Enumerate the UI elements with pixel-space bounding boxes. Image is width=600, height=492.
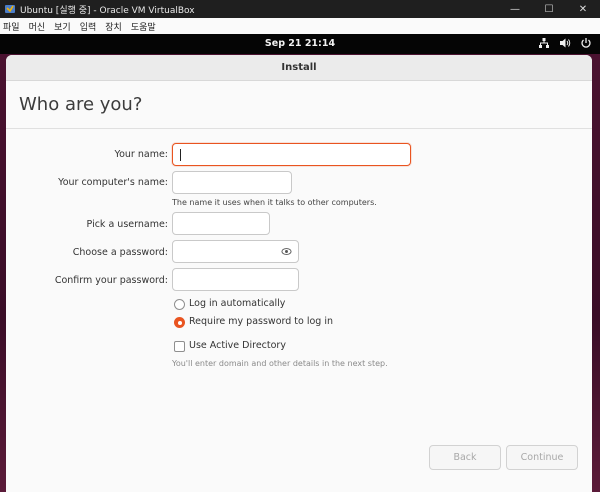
network-icon[interactable] (538, 37, 550, 49)
menu-machine[interactable]: 머신 (29, 20, 46, 33)
password-label: Choose a password: (72, 247, 168, 258)
page-title: Who are you? (19, 94, 143, 115)
host-title-bar: Ubuntu [실행 중] - Oracle VM VirtualBox — ☐… (0, 0, 600, 18)
require-password-label[interactable]: Require my password to log in (189, 316, 333, 327)
virtualbox-icon (5, 5, 15, 13)
username-label: Pick a username: (86, 219, 168, 230)
installer-window: Install Who are you? Your name: Your com… (6, 55, 592, 492)
show-password-icon[interactable] (281, 246, 292, 257)
computer-name-input[interactable] (172, 171, 292, 194)
computer-name-label: Your computer's name: (58, 177, 168, 188)
active-directory-label[interactable]: Use Active Directory (189, 340, 286, 351)
menu-file[interactable]: 파일 (3, 20, 20, 33)
maximize-button[interactable]: ☐ (532, 0, 566, 18)
confirm-password-label: Confirm your password: (54, 275, 168, 286)
installer-header: Install (6, 55, 592, 81)
close-button[interactable]: ✕ (566, 0, 600, 18)
your-name-label: Your name: (114, 149, 168, 160)
menu-view[interactable]: 보기 (54, 20, 71, 33)
login-auto-label[interactable]: Log in automatically (189, 298, 285, 309)
back-button[interactable]: Back (429, 445, 501, 470)
password-input[interactable] (172, 240, 299, 263)
active-directory-hint: You'll enter domain and other details in… (172, 359, 388, 368)
continue-button[interactable]: Continue (506, 445, 578, 470)
minimize-button[interactable]: — (498, 0, 532, 18)
system-tray[interactable] (538, 37, 592, 49)
text-cursor (180, 149, 181, 161)
username-input[interactable] (172, 212, 270, 235)
volume-icon[interactable] (559, 37, 571, 49)
menu-help[interactable]: 도움말 (131, 20, 156, 33)
login-auto-radio[interactable] (174, 299, 185, 310)
computer-name-hint: The name it uses when it talks to other … (172, 198, 377, 207)
title-divider (6, 128, 592, 129)
host-menu-bar: 파일 머신 보기 입력 장치 도움말 (0, 18, 600, 34)
ubuntu-top-panel: Sep 21 21:14 (0, 34, 600, 54)
your-name-input[interactable] (172, 143, 411, 166)
require-password-radio[interactable] (174, 317, 185, 328)
active-directory-checkbox[interactable] (174, 341, 185, 352)
menu-input[interactable]: 입력 (80, 20, 97, 33)
confirm-password-input[interactable] (172, 268, 299, 291)
menu-devices[interactable]: 장치 (105, 20, 122, 33)
power-icon[interactable] (580, 37, 592, 49)
panel-clock[interactable]: Sep 21 21:14 (0, 38, 600, 49)
window-controls: — ☐ ✕ (498, 0, 600, 18)
host-window-title: Ubuntu [실행 중] - Oracle VM VirtualBox (20, 5, 195, 16)
